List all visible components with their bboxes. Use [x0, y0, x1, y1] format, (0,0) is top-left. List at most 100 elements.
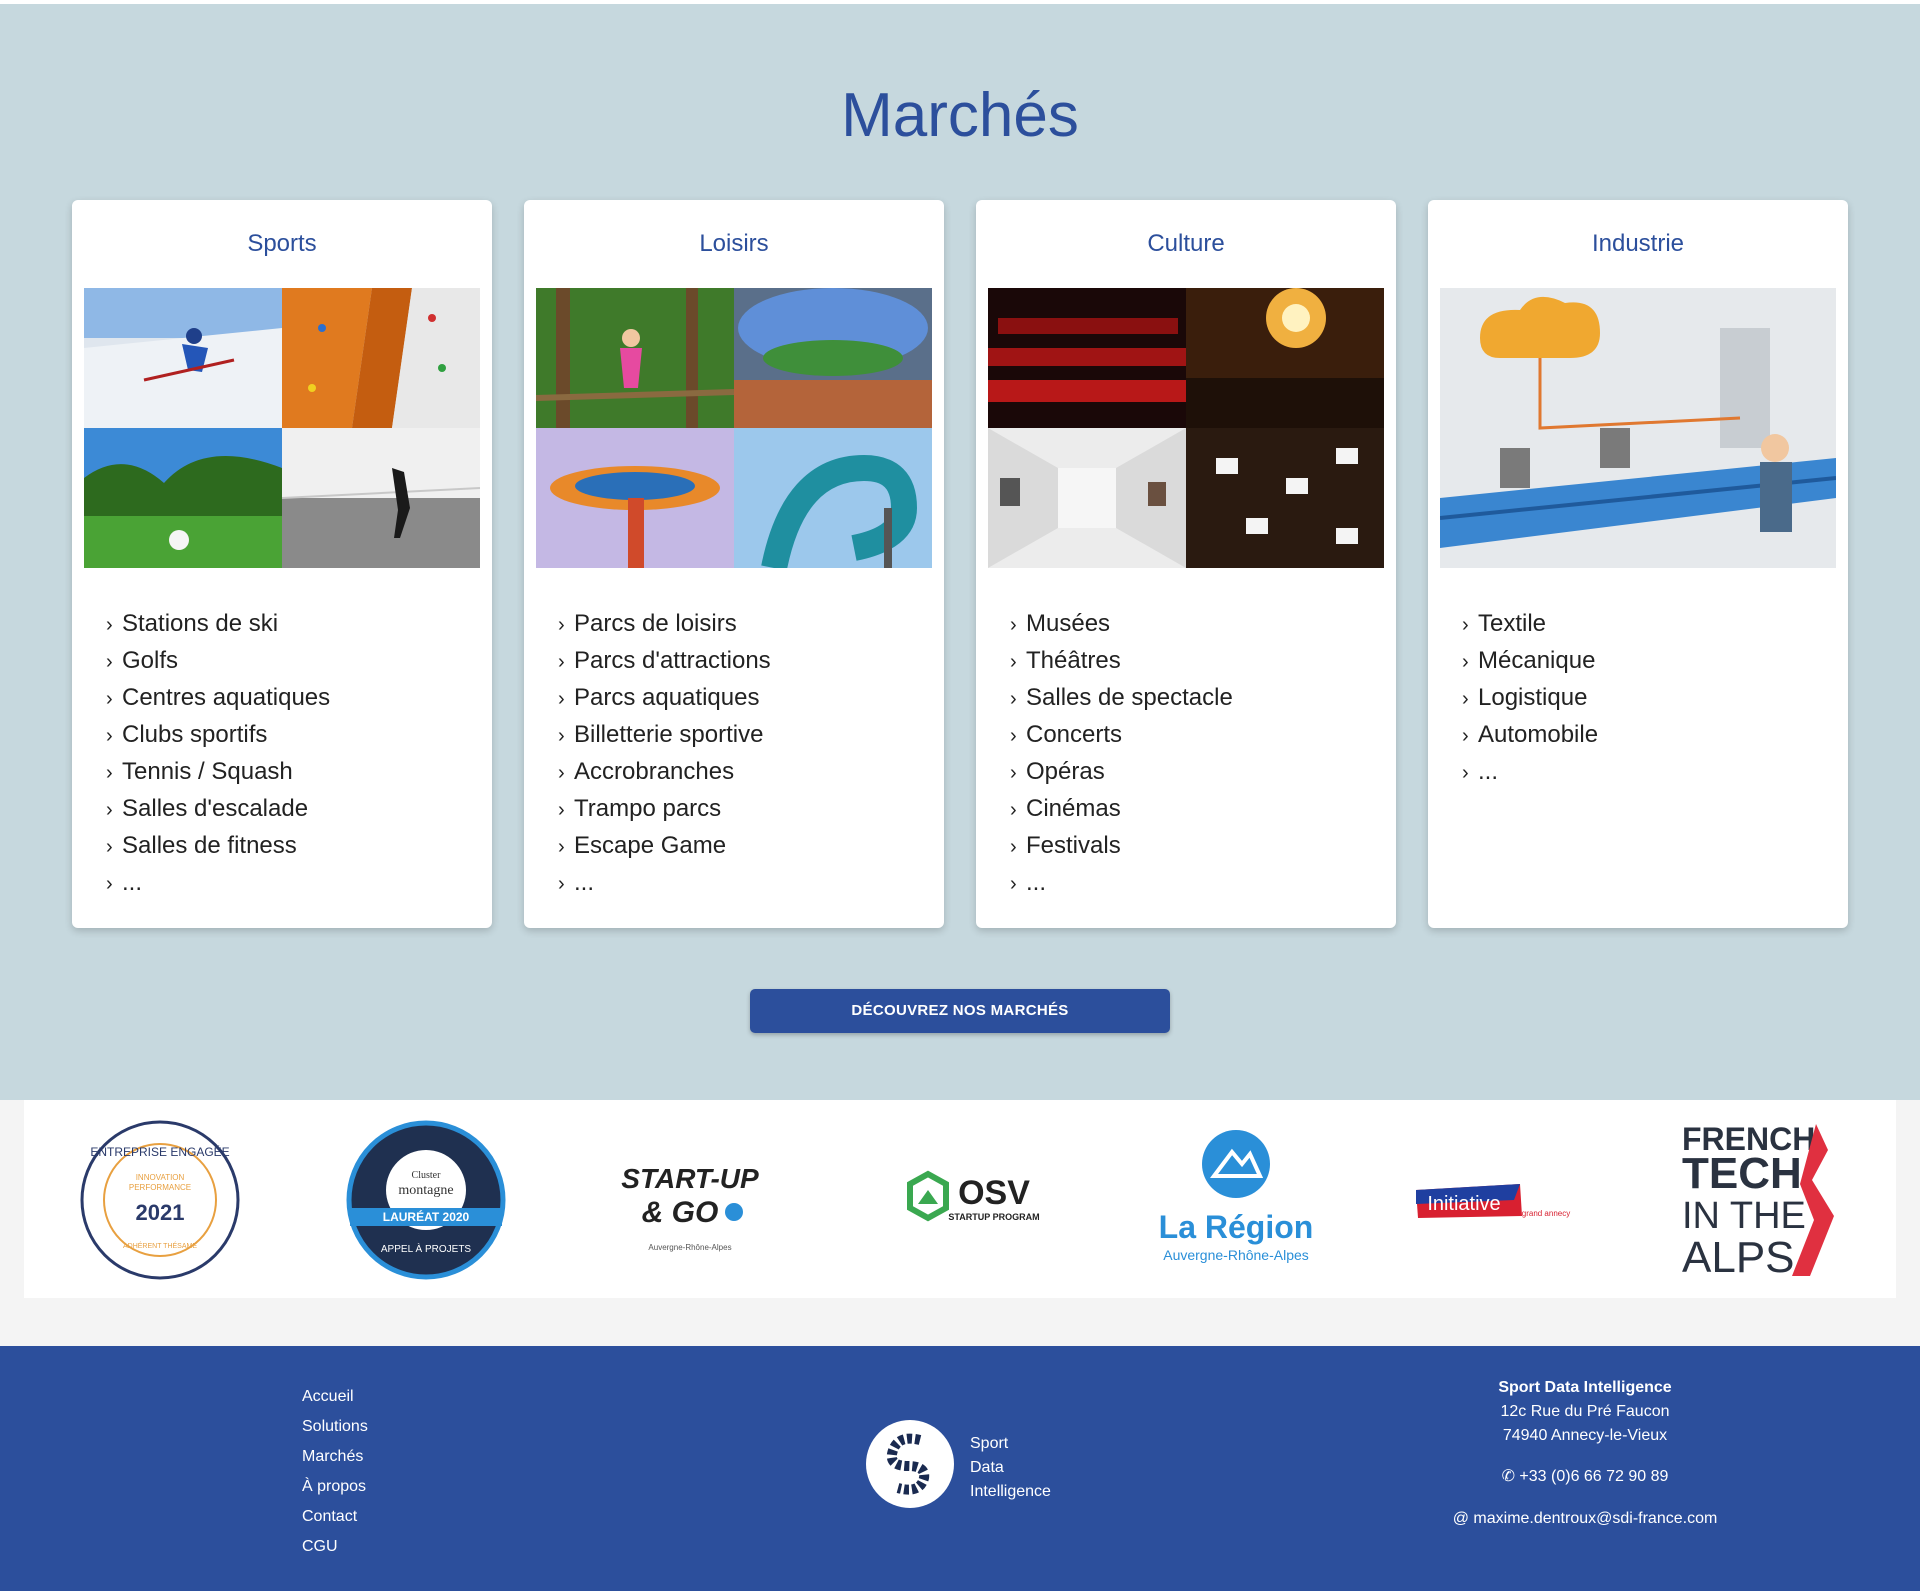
footer-link-marches[interactable]: Marchés: [302, 1442, 368, 1472]
treetop-park-photo: [536, 288, 734, 428]
svg-text:grand annecy: grand annecy: [1522, 1209, 1570, 1218]
french-tech-alps-logo[interactable]: FRENCH TECH IN THE ALPS: [1676, 1120, 1840, 1280]
card-title: Loisirs: [699, 230, 769, 257]
list-item[interactable]: › Théâtres: [1010, 643, 1233, 680]
svg-text:La Région: La Région: [1159, 1209, 1314, 1245]
swing-ride-photo: [536, 428, 734, 568]
chevron-right-icon: ›: [558, 836, 565, 858]
list-item[interactable]: › Parcs d'attractions: [558, 643, 771, 680]
at-icon: @: [1452, 1510, 1469, 1527]
footer-link-accueil[interactable]: Accueil: [302, 1382, 368, 1412]
discover-markets-button[interactable]: DÉCOUVREZ NOS MARCHÉS: [750, 989, 1170, 1033]
footer-link-cgu[interactable]: CGU: [302, 1532, 368, 1562]
sports-photo-collage: [84, 288, 480, 568]
theatre-seats-photo: [988, 288, 1186, 428]
osv-logo[interactable]: OSV STARTUP PROGRAM: [882, 1120, 1046, 1280]
chevron-right-icon: ›: [1010, 799, 1017, 821]
list-item[interactable]: › Salles de fitness: [106, 828, 330, 865]
partners-strip: ENTREPRISE ENGAGÉE INNOVATION PERFORMANC…: [24, 1100, 1896, 1298]
chevron-right-icon: ›: [1462, 725, 1469, 747]
company-name: Sport Data Intelligence: [1498, 1379, 1672, 1396]
list-item[interactable]: › Logistique: [1462, 680, 1598, 717]
svg-text:montagne: montagne: [398, 1183, 453, 1198]
chevron-right-icon: ›: [558, 873, 565, 895]
chevron-right-icon: ›: [558, 614, 565, 636]
list-item[interactable]: › Trampo parcs: [558, 791, 771, 828]
chevron-right-icon: ›: [558, 688, 565, 710]
section-title: Marchés: [841, 81, 1079, 150]
svg-text:APPEL À PROJETS: APPEL À PROJETS: [381, 1242, 472, 1255]
market-list: › Parcs de loisirs › Parcs d'attractions ›…: [558, 606, 771, 902]
list-item[interactable]: › Escape Game: [558, 828, 771, 865]
list-item[interactable]: › Textile: [1462, 606, 1598, 643]
svg-text:OSV: OSV: [958, 1174, 1030, 1212]
chevron-right-icon: ›: [1010, 614, 1017, 636]
market-card-culture[interactable]: Culture › Musées › Théâtres › Salles de …: [976, 200, 1396, 928]
svg-text:LAURÉAT 2020: LAURÉAT 2020: [383, 1209, 470, 1224]
market-card-loisirs[interactable]: Loisirs › Parcs de loisirs › Parcs d'att…: [524, 200, 944, 928]
chevron-right-icon: ›: [1010, 836, 1017, 858]
phone-icon: ✆: [1501, 1468, 1515, 1485]
chevron-right-icon: ›: [106, 799, 113, 821]
entreprise-engagee-logo[interactable]: ENTREPRISE ENGAGÉE INNOVATION PERFORMANC…: [78, 1120, 242, 1280]
card-title: Industrie: [1591, 230, 1685, 257]
footer-link-a-propos[interactable]: À propos: [302, 1472, 368, 1502]
svg-text:Auvergne-Rhône-Alpes: Auvergne-Rhône-Alpes: [648, 1243, 731, 1252]
chevron-right-icon: ›: [1462, 614, 1469, 636]
list-item[interactable]: › Centres aquatiques: [106, 680, 330, 717]
market-list: › Musées › Théâtres › Salles de spectacle ›…: [1010, 606, 1233, 902]
list-item[interactable]: › Musées: [1010, 606, 1233, 643]
email-address: maxime.dentroux@sdi-france.com: [1473, 1510, 1718, 1527]
list-item[interactable]: › Opéras: [1010, 754, 1233, 791]
list-item[interactable]: › Parcs aquatiques: [558, 680, 771, 717]
concert-crowd-photo: [1186, 288, 1384, 428]
list-item[interactable]: ›...: [1010, 865, 1233, 902]
chevron-right-icon: ›: [1010, 688, 1017, 710]
list-item[interactable]: › Parcs de loisirs: [558, 606, 771, 643]
svg-text:PERFORMANCE: PERFORMANCE: [129, 1183, 191, 1192]
list-item[interactable]: › Mécanique: [1462, 643, 1598, 680]
svg-text:Cluster: Cluster: [412, 1170, 442, 1181]
chevron-right-icon: ›: [106, 762, 113, 784]
phone-line[interactable]: ✆ +33 (0)6 66 72 90 89: [1380, 1466, 1790, 1486]
card-title: Sports: [247, 230, 317, 257]
list-item[interactable]: ›...: [558, 865, 771, 902]
footer-link-solutions[interactable]: Solutions: [302, 1412, 368, 1442]
market-card-industrie[interactable]: Industrie › Textile › Mécanique › Logistiqu…: [1428, 200, 1848, 928]
startup-and-go-logo[interactable]: START-UP & GO Auvergne-Rhône-Alpes: [610, 1120, 774, 1280]
list-item[interactable]: › Billetterie sportive: [558, 717, 771, 754]
cluster-montagne-logo[interactable]: Cluster montagne LAURÉAT 2020 APPEL À PR…: [346, 1120, 506, 1280]
list-item[interactable]: › Concerts: [1010, 717, 1233, 754]
list-item[interactable]: ›...: [1462, 754, 1598, 791]
address-line-1: 12c Rue du Pré Faucon: [1500, 1403, 1670, 1420]
sdi-logo-icon[interactable]: [866, 1420, 954, 1508]
list-item[interactable]: › Salles de spectacle: [1010, 680, 1233, 717]
list-item[interactable]: › Automobile: [1462, 717, 1598, 754]
market-list: › Stations de ski › Golfs › Centres aquatiq…: [106, 606, 330, 902]
leisure-photo-collage: [536, 288, 932, 568]
list-item[interactable]: › Stations de ski: [106, 606, 330, 643]
list-item[interactable]: › Cinémas: [1010, 791, 1233, 828]
chevron-right-icon: ›: [106, 688, 113, 710]
list-item[interactable]: › Clubs sportifs: [106, 717, 330, 754]
svg-text:STARTUP PROGRAM: STARTUP PROGRAM: [948, 1212, 1039, 1222]
list-item[interactable]: › Tennis / Squash: [106, 754, 330, 791]
chevron-right-icon: ›: [1462, 688, 1469, 710]
culture-photo-collage: [988, 288, 1384, 568]
markets-section: Marchés Sports › Stations de ski › Golfs…: [0, 4, 1920, 1100]
market-card-sports[interactable]: Sports › Stations de ski › Golfs › Centr…: [72, 200, 492, 928]
list-item[interactable]: ›...: [106, 865, 330, 902]
initiative-logo[interactable]: Initiative grand annecy: [1410, 1120, 1574, 1280]
email-line[interactable]: @ maxime.dentroux@sdi-france.com: [1380, 1510, 1790, 1528]
svg-text:INNOVATION: INNOVATION: [136, 1173, 185, 1182]
list-item[interactable]: › Golfs: [106, 643, 330, 680]
site-footer: Accueil Solutions Marchés À propos Conta…: [0, 1346, 1920, 1591]
list-item[interactable]: › Accrobranches: [558, 754, 771, 791]
orchestra-photo: [1186, 428, 1384, 568]
list-item[interactable]: › Salles d'escalade: [106, 791, 330, 828]
chevron-right-icon: ›: [558, 725, 565, 747]
list-item[interactable]: › Festivals: [1010, 828, 1233, 865]
la-region-logo[interactable]: La Région Auvergne-Rhône-Alpes: [1146, 1120, 1326, 1280]
chevron-right-icon: ›: [1462, 651, 1469, 673]
footer-link-contact[interactable]: Contact: [302, 1502, 368, 1532]
